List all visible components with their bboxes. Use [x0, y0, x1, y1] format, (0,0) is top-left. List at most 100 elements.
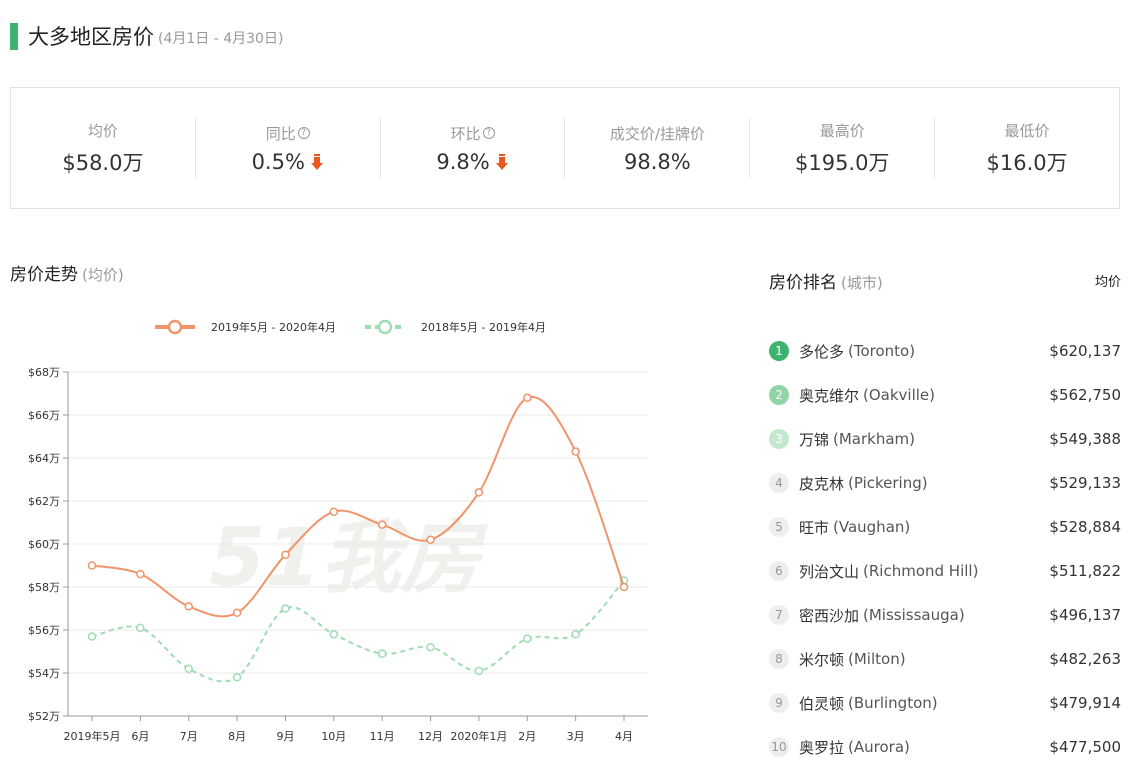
city-english-name: (Vaughan) [833, 518, 911, 536]
y-tick-label: $66万 [28, 409, 60, 422]
city-english-name: (Milton) [848, 650, 906, 668]
stat-value-text: $195.0万 [794, 150, 890, 175]
series-point-2 [474, 666, 484, 676]
city-price: $482,263 [1049, 650, 1121, 668]
stat-label-text: 同比 [265, 124, 296, 143]
ranking-row[interactable]: 6 列治文山 (Richmond Hill) $511,822 [769, 549, 1121, 593]
ranking-row-left: 9 伯灵顿 (Burlington) [769, 693, 938, 714]
ranking-row[interactable]: 1 多伦多 (Toronto) $620,137 [769, 329, 1121, 373]
x-tick-label: 4月 [615, 730, 633, 743]
y-tick-label: $60万 [28, 538, 60, 551]
help-icon[interactable]: ? [482, 127, 495, 139]
stat-value-text: 0.5% [251, 149, 305, 174]
city-name: 列治文山 [799, 562, 860, 581]
city-price: $528,884 [1049, 518, 1121, 536]
x-tick-label: 2020年1月 [450, 729, 507, 743]
city-price: $562,750 [1049, 386, 1121, 404]
city-name: 密西沙加 [799, 606, 860, 625]
rank-number-badge: 4 [769, 473, 789, 493]
arrow-down-icon [495, 153, 508, 170]
city-price: $511,822 [1049, 562, 1121, 580]
rank-number-badge: 1 [769, 341, 789, 361]
help-icon[interactable]: ? [297, 127, 310, 139]
ranking-row-left: 8 米尔顿 (Milton) [769, 649, 906, 670]
ranking-title: 房价排名 [769, 272, 837, 293]
ranking-row-left: 6 列治文山 (Richmond Hill) [769, 561, 978, 582]
ranking-row[interactable]: 10 奥罗拉 (Aurora) $477,500 [769, 725, 1121, 760]
ranking-row[interactable]: 2 奥克维尔 (Oakville) $562,750 [769, 373, 1121, 417]
stat-label-text: 最低价 [1004, 121, 1050, 140]
city-name: 米尔顿 [799, 650, 845, 669]
stat-label: 同比? [266, 123, 310, 144]
ranking-row[interactable]: 4 皮克林 (Pickering) $529,133 [769, 461, 1121, 505]
city-name: 万锦 [799, 430, 830, 449]
stat-value-text: 9.8% [436, 149, 490, 174]
series-point-1 [232, 608, 242, 618]
city-english-name: (Mississauga) [863, 606, 965, 624]
stat-label-text: 均价 [87, 121, 118, 140]
series-point-2 [523, 634, 532, 643]
stat-label-text: 最高价 [819, 121, 865, 140]
ranking-row-left: 1 多伦多 (Toronto) [769, 341, 915, 362]
ranking-row[interactable]: 3 万锦 (Markham) $549,388 [769, 417, 1121, 461]
city-english-name: (Aurora) [848, 738, 910, 756]
city-name: 旺市 [799, 518, 830, 537]
ranking-row[interactable]: 7 密西沙加 (Mississauga) $496,137 [769, 593, 1121, 637]
series-point-1 [619, 582, 629, 592]
ranking-row-left: 5 旺市 (Vaughan) [769, 517, 910, 538]
x-tick-label: 8月 [228, 730, 246, 743]
stat-item: 最高价 $195.0万 [750, 118, 936, 178]
ranking-row[interactable]: 5 旺市 (Vaughan) $528,884 [769, 505, 1121, 549]
stat-label: 成交价/挂牌价 [610, 123, 705, 144]
stat-label: 环比? [451, 123, 495, 144]
page-title: 大多地区房价 [28, 25, 154, 49]
legend-label-1: 2019年5月 - 2020年4月 [211, 320, 336, 334]
city-english-name: (Markham) [833, 430, 916, 448]
trend-subtitle: (均价) [82, 266, 124, 284]
ranking-section-title: 房价排名 (城市) [769, 268, 883, 293]
city-price: $529,133 [1049, 474, 1121, 492]
city-price: $549,388 [1049, 430, 1121, 448]
stat-value: 0.5% [252, 150, 324, 174]
price-trend-chart: 51我房 $52万 $54万 $56万 $58万 $60万 $62万 $64万 $66万 $68万… [0, 300, 700, 760]
date-range: (4月1日 - 4月30日) [158, 31, 284, 47]
stat-item: 最低价 $16.0万 [935, 118, 1119, 178]
y-tick-label: $56万 [28, 624, 60, 637]
city-price: $620,137 [1049, 342, 1121, 360]
stat-value-text: $58.0万 [62, 150, 144, 175]
y-tick-label: $58万 [28, 581, 60, 594]
series-point-1 [523, 393, 532, 403]
series-point-2 [329, 630, 339, 639]
ranking-row-left: 3 万锦 (Markham) [769, 429, 915, 450]
series-point-1 [281, 550, 290, 559]
chart-svg: 51我房 $52万 $54万 $56万 $58万 $60万 $62万 $64万 $66万 $68万… [28, 319, 648, 743]
title-accent-bar [10, 22, 18, 50]
series-point-1 [136, 569, 145, 579]
x-tick-label: 12月 [418, 730, 443, 743]
y-tick-label: $62万 [28, 495, 60, 508]
stat-value: $58.0万 [62, 147, 143, 177]
stat-label-text: 环比 [450, 124, 481, 143]
trend-section-title: 房价走势 (均价) [10, 260, 124, 285]
stat-value-text: $16.0万 [986, 150, 1068, 175]
ranking-row-left: 2 奥克维尔 (Oakville) [769, 385, 935, 406]
x-tick-label: 10月 [321, 730, 346, 743]
ranking-list: 1 多伦多 (Toronto) $620,137 2 奥克维尔 (Oakville) $562… [769, 329, 1121, 760]
y-tick-label: $68万 [28, 366, 60, 379]
ranking-avg-sort[interactable]: 均价 [1095, 271, 1121, 290]
ranking-row-left: 10 奥罗拉 (Aurora) [769, 737, 910, 758]
rank-number-badge: 3 [769, 429, 789, 449]
rank-number-badge: 8 [769, 649, 789, 669]
rank-number-badge: 10 [769, 737, 789, 757]
ranking-panel: 房价排名 (城市) 均价 1 多伦多 (Toronto) $620,137 2 奥克维尔(… [769, 265, 1121, 760]
city-name: 伯灵顿 [799, 694, 845, 713]
rank-number-badge: 5 [769, 517, 789, 537]
ranking-row[interactable]: 9 伯灵顿 (Burlington) $479,914 [769, 681, 1121, 725]
city-name: 多伦多 [799, 342, 845, 361]
x-tick-label: 3月 [567, 730, 585, 743]
ranking-row[interactable]: 8 米尔顿 (Milton) $482,263 [769, 637, 1121, 681]
stat-item: 均价 $58.0万 [11, 118, 196, 178]
stat-item: 成交价/挂牌价 98.8% [565, 118, 751, 178]
rank-number-badge: 6 [769, 561, 789, 581]
city-name: 皮克林 [799, 474, 845, 493]
